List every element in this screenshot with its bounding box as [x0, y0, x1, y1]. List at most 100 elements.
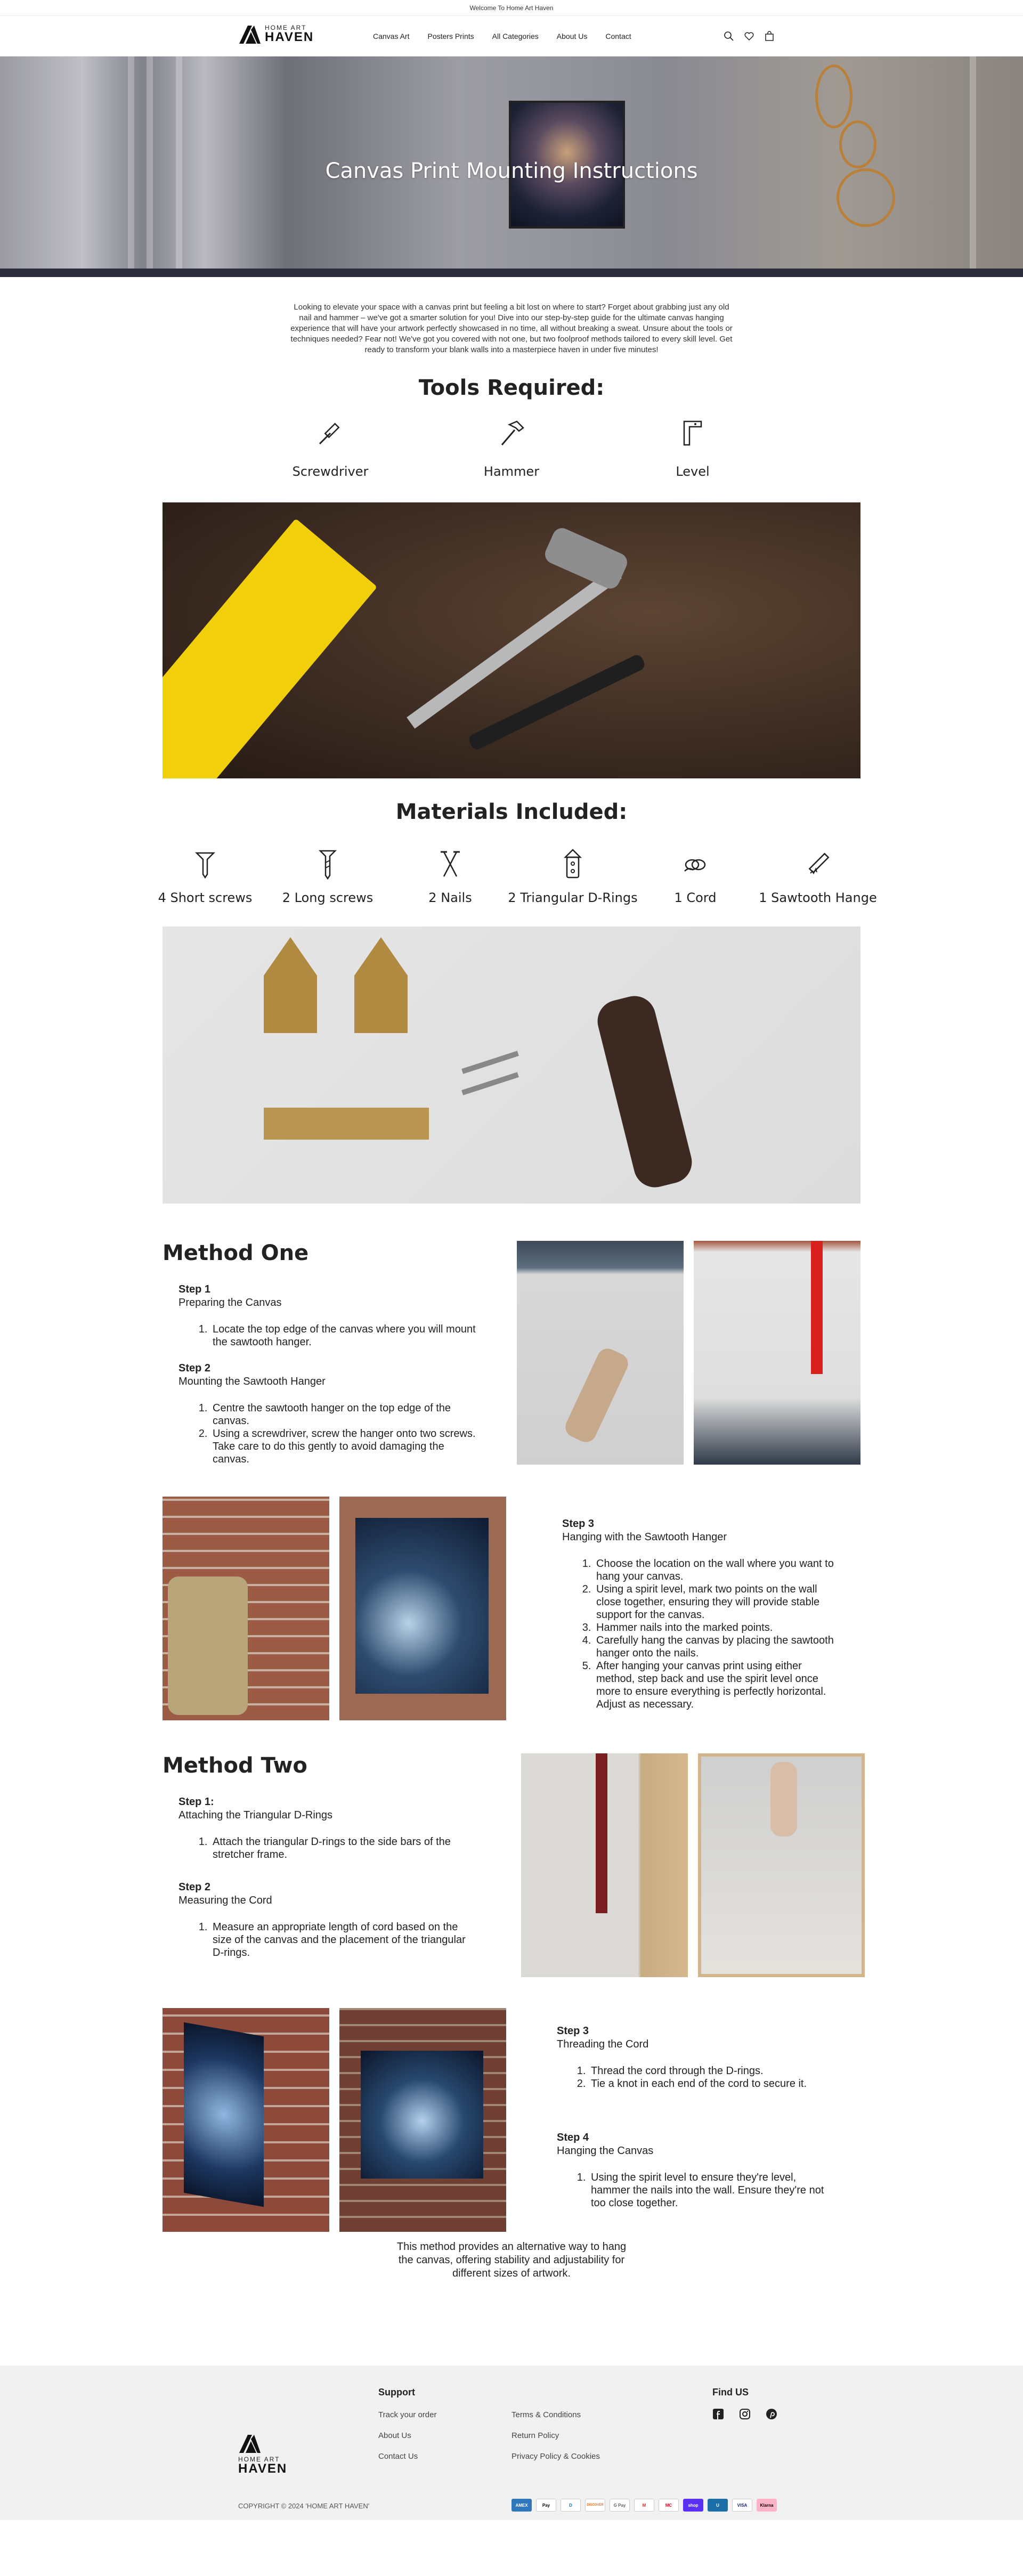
method-two-step1: Step 1: Attaching the Triangular D-Rings… [178, 1796, 477, 1861]
footer-link-return-policy[interactable]: Return Policy [512, 2431, 600, 2440]
method-two-step4: Step 4 Hanging the Canvas Using the spir… [557, 2132, 834, 2209]
material-item: 1 Cord [634, 848, 757, 905]
material-label: 1 Sawtooth Hange [759, 890, 877, 905]
payment-icon-mastercard: MC [659, 2499, 679, 2512]
d-ring-screwdriver-image [521, 1753, 688, 1977]
facebook-icon[interactable] [712, 2408, 724, 2420]
payment-icon-apple-pay: Pay [536, 2499, 556, 2512]
step-item: After hanging your canvas print using ei… [594, 1660, 839, 1711]
method-one-step3-section: Step 3 Hanging with the Sawtooth Hanger … [163, 1497, 860, 1726]
material-item: 4 Short screws [144, 848, 266, 905]
canvas-side-wall-image [163, 2008, 329, 2232]
footer-col-1: Track your order About Us Contact Us [378, 2410, 436, 2461]
step-item: Tie a knot in each end of the cord to se… [589, 2077, 834, 2090]
nav-about-us[interactable]: About Us [557, 32, 588, 40]
footer-link-contact-us[interactable]: Contact Us [378, 2452, 436, 2461]
materials-photo [163, 927, 860, 1204]
step-title: Step 3 [557, 2025, 589, 2037]
payment-icon-discover: DISCOVER [585, 2499, 605, 2512]
step-subtitle: Mounting the Sawtooth Hanger [178, 1376, 326, 1387]
site-header: HOME ART HAVEN Canvas Art Posters Prints… [0, 16, 1023, 56]
tool-item: Screwdriver [240, 417, 421, 479]
material-label: 2 Nails [428, 890, 472, 905]
footer-col-2: Terms & Conditions Return Policy Privacy… [512, 2410, 600, 2461]
level-icon [683, 420, 702, 446]
cart-icon[interactable] [764, 31, 775, 42]
page-title: Canvas Print Mounting Instructions [325, 159, 698, 183]
method-one-section: Method One Step 1 Preparing the Canvas L… [163, 1241, 860, 1481]
materials-list: 4 Short screws 2 Long screws 2 Nails 2 T… [0, 848, 1023, 905]
step-title: Step 1 [178, 1283, 211, 1295]
canvas-front-wall-image [339, 2008, 506, 2232]
intro-text: Looking to elevate your space with a can… [290, 303, 733, 354]
nav-all-categories[interactable]: All Categories [492, 32, 539, 40]
canvas-back-image [698, 1753, 865, 1977]
tools-title: Tools Required: [418, 376, 605, 400]
nav-contact[interactable]: Contact [605, 32, 631, 40]
search-icon[interactable] [724, 31, 734, 42]
method-two-step3: Step 3 Threading the Cord Thread the cor… [557, 2025, 834, 2090]
step-title: Step 2 [178, 1881, 211, 1893]
material-label: 1 Cord [674, 890, 717, 905]
screwdriver-icon [319, 422, 340, 445]
material-item: 2 Long screws [266, 848, 389, 905]
instagram-icon[interactable] [739, 2408, 751, 2420]
step-list: Attach the triangular D-rings to the sid… [178, 1835, 477, 1861]
step-list: Measure an appropriate length of cord ba… [178, 1921, 477, 1959]
step-item: Thread the cord through the D-rings. [589, 2065, 834, 2077]
step-subtitle: Hanging the Canvas [557, 2145, 654, 2157]
pendant-lamp-ring [815, 64, 852, 128]
payment-icon-diners: D [561, 2499, 581, 2512]
step-list: Using the spirit level to ensure they're… [557, 2171, 834, 2209]
method-one-step3: Step 3 Hanging with the Sawtooth Hanger … [562, 1518, 839, 1711]
step-item: Attach the triangular D-rings to the sid… [210, 1835, 477, 1861]
method-two-step2: Step 2 Measuring the Cord Measure an app… [178, 1881, 477, 1959]
step-item: Hammer nails into the marked points. [594, 1621, 839, 1634]
footer-link-privacy[interactable]: Privacy Policy & Cookies [512, 2452, 600, 2461]
method-two-section: Method Two Step 1: Attaching the Triangu… [163, 1753, 865, 1993]
screwdriver-hanger-image [694, 1241, 860, 1465]
footer-logo[interactable]: HOME ART HAVEN [238, 2433, 287, 2475]
step-subtitle: Attaching the Triangular D-Rings [178, 1809, 333, 1821]
step-item: Locate the top edge of the canvas where … [210, 1323, 477, 1348]
step-item: Using a screwdriver, screw the hanger on… [210, 1427, 477, 1466]
announcement-bar: Welcome To Home Art Haven [0, 0, 1023, 16]
payment-icon-shop-pay: shop [683, 2499, 703, 2512]
main-nav: Canvas Art Posters Prints All Categories… [373, 16, 631, 56]
site-logo[interactable]: HOME ART HAVEN [238, 23, 314, 45]
method-two-step34-section: Step 3 Threading the Cord Thread the cor… [163, 2008, 860, 2237]
payment-icon-union-pay: U [708, 2499, 728, 2512]
footer-link-about-us[interactable]: About Us [378, 2431, 436, 2440]
footer-link-track-order[interactable]: Track your order [378, 2410, 436, 2419]
materials-title: Materials Included: [395, 800, 628, 824]
method-two-title: Method Two [163, 1753, 307, 1778]
step-item: Carefully hang the canvas by placing the… [594, 1634, 839, 1660]
step-title: Step 2 [178, 1362, 211, 1374]
material-item: 2 Triangular D-Rings [508, 848, 638, 905]
payment-icon-maestro: M [634, 2499, 654, 2512]
step-item: Centre the sawtooth hanger on the top ed… [210, 1402, 477, 1427]
payment-icon-amex: AMEX [512, 2499, 532, 2512]
step-list: Thread the cord through the D-rings. Tie… [557, 2065, 834, 2090]
nav-posters-prints[interactable]: Posters Prints [427, 32, 474, 40]
step-item: Using a spirit level, mark two points on… [594, 1583, 839, 1621]
hanging-canvas-image [339, 1497, 506, 1720]
step-subtitle: Preparing the Canvas [178, 1297, 282, 1309]
step-list: Locate the top edge of the canvas where … [178, 1323, 477, 1348]
material-label: 4 Short screws [158, 890, 253, 905]
site-footer: HOME ART HAVEN Support Track your order … [0, 2366, 1023, 2520]
payment-methods: AMEX Pay D DISCOVER G Pay M MC shop U VI… [512, 2499, 777, 2512]
hammer-wall-image [163, 1497, 329, 1720]
heart-icon[interactable] [744, 31, 754, 42]
announcement-text: Welcome To Home Art Haven [469, 4, 554, 12]
method-one-title: Method One [163, 1241, 309, 1265]
header-icons [724, 16, 775, 56]
nav-canvas-art[interactable]: Canvas Art [373, 32, 409, 40]
tools-list: Screwdriver Hammer Level [0, 417, 1023, 479]
pinterest-icon[interactable] [766, 2408, 777, 2420]
footer-link-terms[interactable]: Terms & Conditions [512, 2410, 600, 2419]
step-item: Measure an appropriate length of cord ba… [210, 1921, 477, 1959]
step-list: Centre the sawtooth hanger on the top ed… [178, 1402, 477, 1466]
tool-item: Hammer [421, 417, 602, 479]
tool-item: Level [602, 417, 783, 479]
